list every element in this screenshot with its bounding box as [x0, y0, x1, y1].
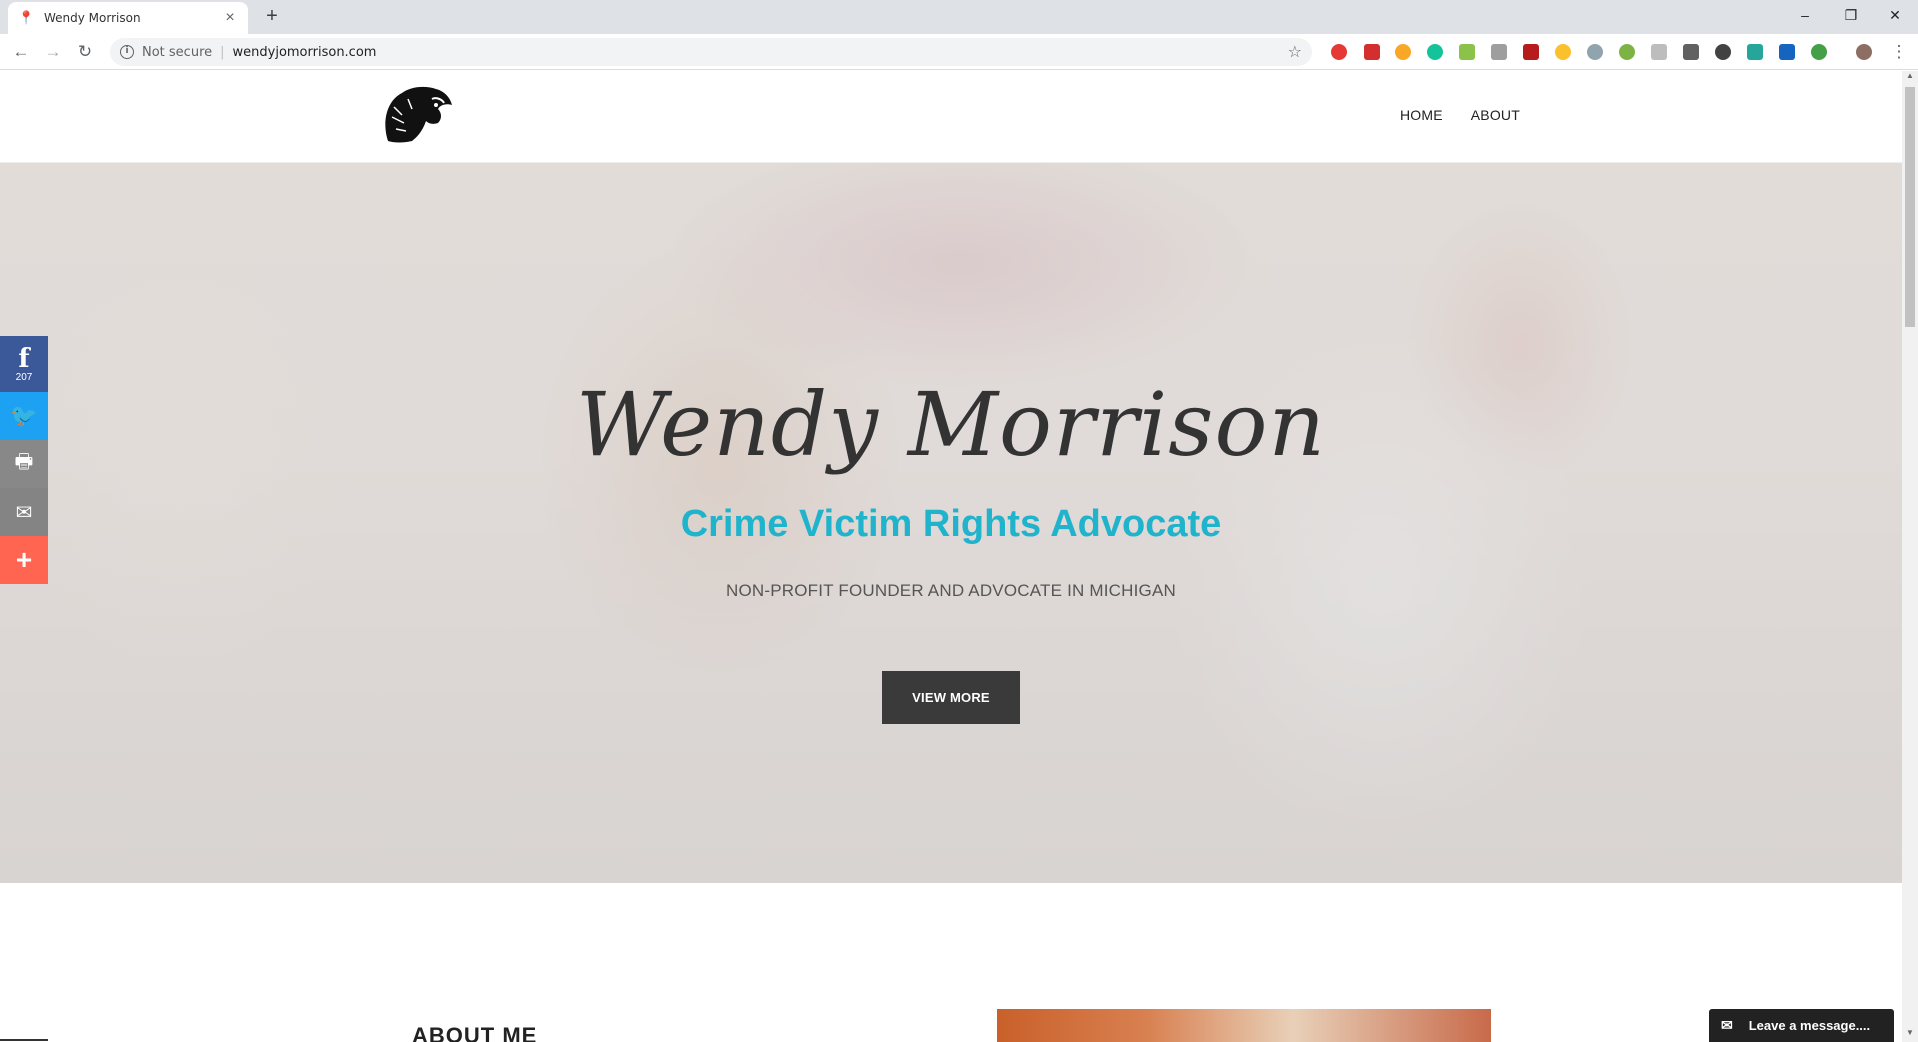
nav-about-link[interactable]: ABOUT — [1471, 107, 1520, 123]
grey-extension-icon[interactable] — [1651, 44, 1667, 60]
hero-section: Wendy Morrison Crime Victim Rights Advoc… — [0, 163, 1902, 883]
grammarly-extension-icon[interactable] — [1427, 44, 1443, 60]
red-extension-icon[interactable] — [1364, 44, 1380, 60]
close-window-button[interactable]: ✕ — [1872, 0, 1918, 30]
forward-icon[interactable]: → — [42, 41, 64, 63]
url-text[interactable]: wendyjomorrison.com — [233, 45, 377, 60]
color-extension-icon[interactable] — [1619, 44, 1635, 60]
new-tab-button[interactable]: + — [260, 5, 284, 28]
twitter-share-button[interactable]: 🐦 — [0, 392, 48, 440]
about-section: ABOUT ME — [0, 883, 1902, 1042]
nav-home-link[interactable]: HOME — [1400, 107, 1443, 123]
profile-avatar-icon[interactable] — [1856, 44, 1872, 60]
mail-icon: ✉ — [1721, 1017, 1733, 1033]
badge-extension-icon[interactable] — [1395, 44, 1411, 60]
green-dot-extension-icon[interactable] — [1811, 44, 1827, 60]
divider — [0, 1039, 48, 1041]
scrollbar-thumb[interactable] — [1905, 87, 1915, 327]
address-bar[interactable]: i Not secure | wendyjomorrison.com ☆ — [110, 38, 1312, 66]
arc-extension-icon[interactable] — [1747, 44, 1763, 60]
plus-icon: + — [15, 544, 33, 575]
lion-logo-icon[interactable] — [380, 83, 454, 145]
facebook-icon: f — [18, 343, 30, 374]
browser-tab[interactable]: 📍 Wendy Morrison × — [8, 2, 248, 34]
hero-subtitle: Crime Victim Rights Advocate — [680, 503, 1222, 545]
green-extension-icon[interactable] — [1459, 44, 1475, 60]
leave-message-label: Leave a message.... — [1748, 1018, 1871, 1033]
bulb-extension-icon[interactable] — [1555, 44, 1571, 60]
social-share-bar: f 207 🐦 🖶 ✉ + — [0, 336, 48, 584]
email-icon: ✉ — [15, 501, 33, 524]
hero-title: Wendy Morrison — [575, 373, 1327, 476]
print-share-button[interactable]: 🖶 — [0, 440, 48, 488]
facebook-share-count: 207 — [15, 371, 33, 383]
pin-favicon-icon: 📍 — [18, 10, 35, 25]
back-icon[interactable]: ← — [10, 41, 32, 63]
tab-close-icon[interactable]: × — [222, 9, 238, 27]
dark-extension-icon[interactable] — [1683, 44, 1699, 60]
main-nav: HOME ABOUT — [1400, 107, 1520, 123]
site-header: HOME ABOUT — [0, 71, 1902, 163]
divider: | — [220, 44, 225, 60]
opera-extension-icon[interactable] — [1331, 44, 1347, 60]
print-icon: 🖶 — [14, 451, 34, 473]
browser-tab-bar: 📍 Wendy Morrison × + – ❐ ✕ — [0, 0, 1918, 34]
scroll-down-arrow-icon[interactable]: ▼ — [1902, 1028, 1918, 1042]
hero-tagline: NON-PROFIT FOUNDER AND ADVOCATE IN MICHI… — [725, 581, 1176, 600]
scroll-up-arrow-icon[interactable]: ▲ — [1902, 71, 1918, 85]
chart-extension-icon[interactable] — [1523, 44, 1539, 60]
email-share-button[interactable]: ✉ — [0, 488, 48, 536]
grid-extension-icon[interactable] — [1779, 44, 1795, 60]
restore-button[interactable]: ❐ — [1828, 0, 1874, 30]
browser-toolbar: ← → ↻ i Not secure | wendyjomorrison.com… — [0, 34, 1918, 70]
eye-extension-icon[interactable] — [1587, 44, 1603, 60]
web-page: HOME ABOUT Wendy Morrison Crime Victim R… — [0, 71, 1902, 1042]
glasses-extension-icon[interactable] — [1715, 44, 1731, 60]
leave-message-widget[interactable]: ✉ Leave a message.... — [1709, 1009, 1894, 1042]
document-extension-icon[interactable] — [1491, 44, 1507, 60]
menu-kebab-icon[interactable]: ⋮ — [1888, 41, 1910, 63]
tab-title: Wendy Morrison — [44, 11, 141, 25]
reload-icon[interactable]: ↻ — [74, 41, 96, 63]
about-photo — [997, 1009, 1491, 1042]
more-share-button[interactable]: + — [0, 536, 48, 584]
facebook-share-button[interactable]: f 207 — [0, 336, 48, 392]
info-icon[interactable]: i — [120, 45, 134, 59]
about-heading: ABOUT ME — [412, 1023, 538, 1042]
bookmark-star-icon[interactable]: ☆ — [1288, 42, 1302, 61]
page-scrollbar[interactable]: ▲ ▼ — [1902, 71, 1918, 1042]
twitter-icon: 🐦 — [10, 403, 38, 428]
security-label[interactable]: Not secure — [142, 45, 212, 60]
minimize-button[interactable]: – — [1782, 0, 1828, 30]
view-more-button[interactable]: VIEW MORE — [882, 671, 1020, 724]
